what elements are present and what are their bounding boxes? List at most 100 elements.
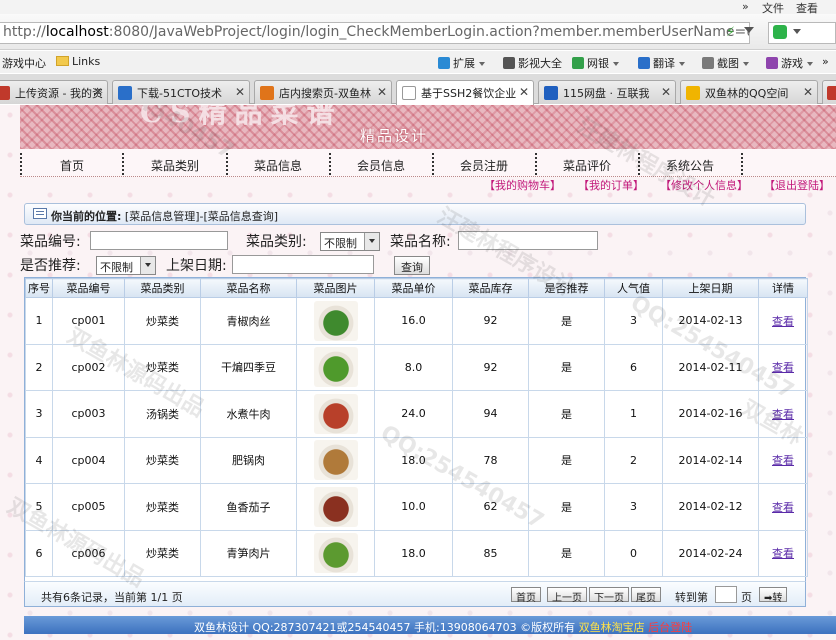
toolbar-translate[interactable]: 翻译 xyxy=(638,55,685,71)
translate-icon xyxy=(638,57,650,69)
nav-dish-review[interactable]: 菜品评价 xyxy=(563,157,611,174)
nav-announcement[interactable]: 系统公告 xyxy=(666,157,714,174)
row-date: 2014-02-24 xyxy=(662,529,759,577)
close-icon[interactable]: ✕ xyxy=(519,85,529,99)
dish-photo xyxy=(313,533,358,574)
bookmark-game-center[interactable]: 游戏中心 xyxy=(2,55,46,71)
view-detail-link[interactable]: 查看 xyxy=(772,547,794,560)
row-no: 5 xyxy=(25,483,53,531)
toolbar-extensions[interactable]: 扩展 xyxy=(438,55,485,71)
close-icon[interactable]: ✕ xyxy=(803,85,813,99)
row-name: 干煸四季豆 xyxy=(200,343,297,391)
dish-code-input[interactable] xyxy=(90,231,228,250)
row-date: 2014-02-12 xyxy=(662,483,759,531)
chevron-down-icon[interactable] xyxy=(793,29,801,34)
browser-tabs: 上传资源 - 我的资 ✕ 下载-51CTO技术 ✕ 店内搜索页-双鱼林 ✕ 基于SSH… xyxy=(0,74,836,105)
nav-dish-category[interactable]: 菜品类别 xyxy=(151,157,199,174)
shelf-date-input[interactable] xyxy=(232,255,374,274)
link-my-cart[interactable]: 【我的购物车】 xyxy=(484,177,561,193)
toolbar-video[interactable]: 影视大全 xyxy=(503,55,562,71)
row-detail[interactable]: 查看 xyxy=(758,390,808,438)
row-recommend: 是 xyxy=(528,297,605,345)
toolbar-games[interactable]: 游戏 xyxy=(766,55,813,71)
recommend-select[interactable]: 不限制 xyxy=(96,256,156,275)
row-detail[interactable]: 查看 xyxy=(758,436,808,484)
star-icon xyxy=(686,86,700,100)
dropdown-icon[interactable] xyxy=(744,27,754,33)
tab-upload[interactable]: 上传资源 - 我的资 ✕ xyxy=(0,80,108,104)
chevron-down-icon xyxy=(140,257,155,274)
nav-member-info[interactable]: 会员信息 xyxy=(357,157,405,174)
search-engine-icon[interactable] xyxy=(773,25,787,39)
shelf-date-label: 上架日期: xyxy=(166,258,227,274)
first-page-button[interactable]: 首页 xyxy=(511,587,541,604)
dish-code-label: 菜品编号: xyxy=(20,234,81,250)
link-edit-profile[interactable]: 【修改个人信息】 xyxy=(660,177,748,193)
admin-login-link[interactable]: 后台登陆 xyxy=(648,621,692,634)
row-category: 汤锅类 xyxy=(124,390,201,438)
table-row: 4 cp004 炒菜类 肥锅肉 18.0 78 是 2 2014-02-14 查看 xyxy=(25,436,808,484)
close-icon[interactable]: ✕ xyxy=(93,85,103,99)
col-name: 菜品名称 xyxy=(200,278,297,298)
tab-shop-search[interactable]: 店内搜索页-双鱼林 ✕ xyxy=(254,80,392,104)
dish-name-input[interactable] xyxy=(458,231,598,250)
row-name: 青笋肉片 xyxy=(200,529,297,577)
toolbar-bank[interactable]: 网银 xyxy=(572,55,619,71)
goto-page-input[interactable] xyxy=(715,586,737,603)
link-my-orders[interactable]: 【我的订单】 xyxy=(578,177,644,193)
link-logout[interactable]: 【退出登陆】 xyxy=(764,177,830,193)
row-price: 18.0 xyxy=(374,529,453,577)
table-row: 1 cp001 炒菜类 青椒肉丝 16.0 92 是 3 2014-02-13 查看 xyxy=(25,297,808,345)
close-icon[interactable]: ✕ xyxy=(377,85,387,99)
row-category: 炒菜类 xyxy=(124,343,201,391)
search-engine-box[interactable] xyxy=(768,22,836,44)
nav-home[interactable]: 首页 xyxy=(60,157,84,174)
tab-ssh2-active[interactable]: 基于SSH2餐饮企业 ✕ xyxy=(396,80,534,105)
search-button[interactable]: 查询 xyxy=(394,256,430,275)
row-image xyxy=(296,529,375,577)
nav-member-register[interactable]: 会员注册 xyxy=(460,157,508,174)
breadcrumb-label: 你当前的位置: xyxy=(51,210,122,223)
taobao-shop-link[interactable]: 双鱼林淘宝店 xyxy=(579,621,645,634)
row-detail[interactable]: 查看 xyxy=(758,297,808,345)
view-detail-link[interactable]: 查看 xyxy=(772,408,794,421)
next-page-button[interactable]: 下一页 xyxy=(589,587,629,604)
dish-category-select[interactable]: 不限制 xyxy=(320,232,380,251)
row-image xyxy=(296,436,375,484)
row-price: 16.0 xyxy=(374,297,453,345)
row-detail[interactable]: 查看 xyxy=(758,483,808,531)
close-icon[interactable]: ✕ xyxy=(661,85,671,99)
col-no: 序号 xyxy=(25,278,53,298)
row-code: cp004 xyxy=(52,436,125,484)
tab-115[interactable]: 115网盘 · 互联我 ✕ xyxy=(538,80,676,104)
menu-more-icon[interactable]: » xyxy=(742,0,749,13)
tab-51cto[interactable]: 下载-51CTO技术 ✕ xyxy=(112,80,250,104)
col-detail: 详情 xyxy=(758,278,808,298)
prev-page-button[interactable]: 上一页 xyxy=(547,587,587,604)
row-popularity: 3 xyxy=(604,297,663,345)
nav-dish-info[interactable]: 菜品信息 xyxy=(254,157,302,174)
dish-photo xyxy=(313,347,358,388)
close-icon[interactable]: ✕ xyxy=(235,85,245,99)
toolbar-screenshot[interactable]: 截图 xyxy=(702,55,749,71)
col-image: 菜品图片 xyxy=(296,278,375,298)
row-image xyxy=(296,343,375,391)
bolt-icon[interactable]: ⚡ xyxy=(726,25,735,40)
view-detail-link[interactable]: 查看 xyxy=(772,315,794,328)
record-count: 共有6条记录，当前第 1/1 页 xyxy=(41,591,183,604)
toolbar-more-icon[interactable]: » xyxy=(822,55,829,68)
view-detail-link[interactable]: 查看 xyxy=(772,361,794,374)
goto-button[interactable]: ➡转 xyxy=(759,587,788,604)
row-detail[interactable]: 查看 xyxy=(758,343,808,391)
view-detail-link[interactable]: 查看 xyxy=(772,501,794,514)
row-detail[interactable]: 查看 xyxy=(758,529,808,577)
last-page-button[interactable]: 尾页 xyxy=(631,587,661,604)
shield-icon xyxy=(572,57,584,69)
view-detail-link[interactable]: 查看 xyxy=(772,454,794,467)
tab-qzone[interactable]: 双鱼林的QQ空间 ✕ xyxy=(680,80,818,104)
tab-overflow[interactable] xyxy=(822,80,836,104)
goto-label: 转到第 xyxy=(675,591,708,604)
tab-favicon-icon xyxy=(827,86,836,100)
address-input[interactable]: http://localhost:8080/JavaWebProject/log… xyxy=(0,22,750,44)
bookmark-links[interactable]: Links xyxy=(56,55,100,68)
